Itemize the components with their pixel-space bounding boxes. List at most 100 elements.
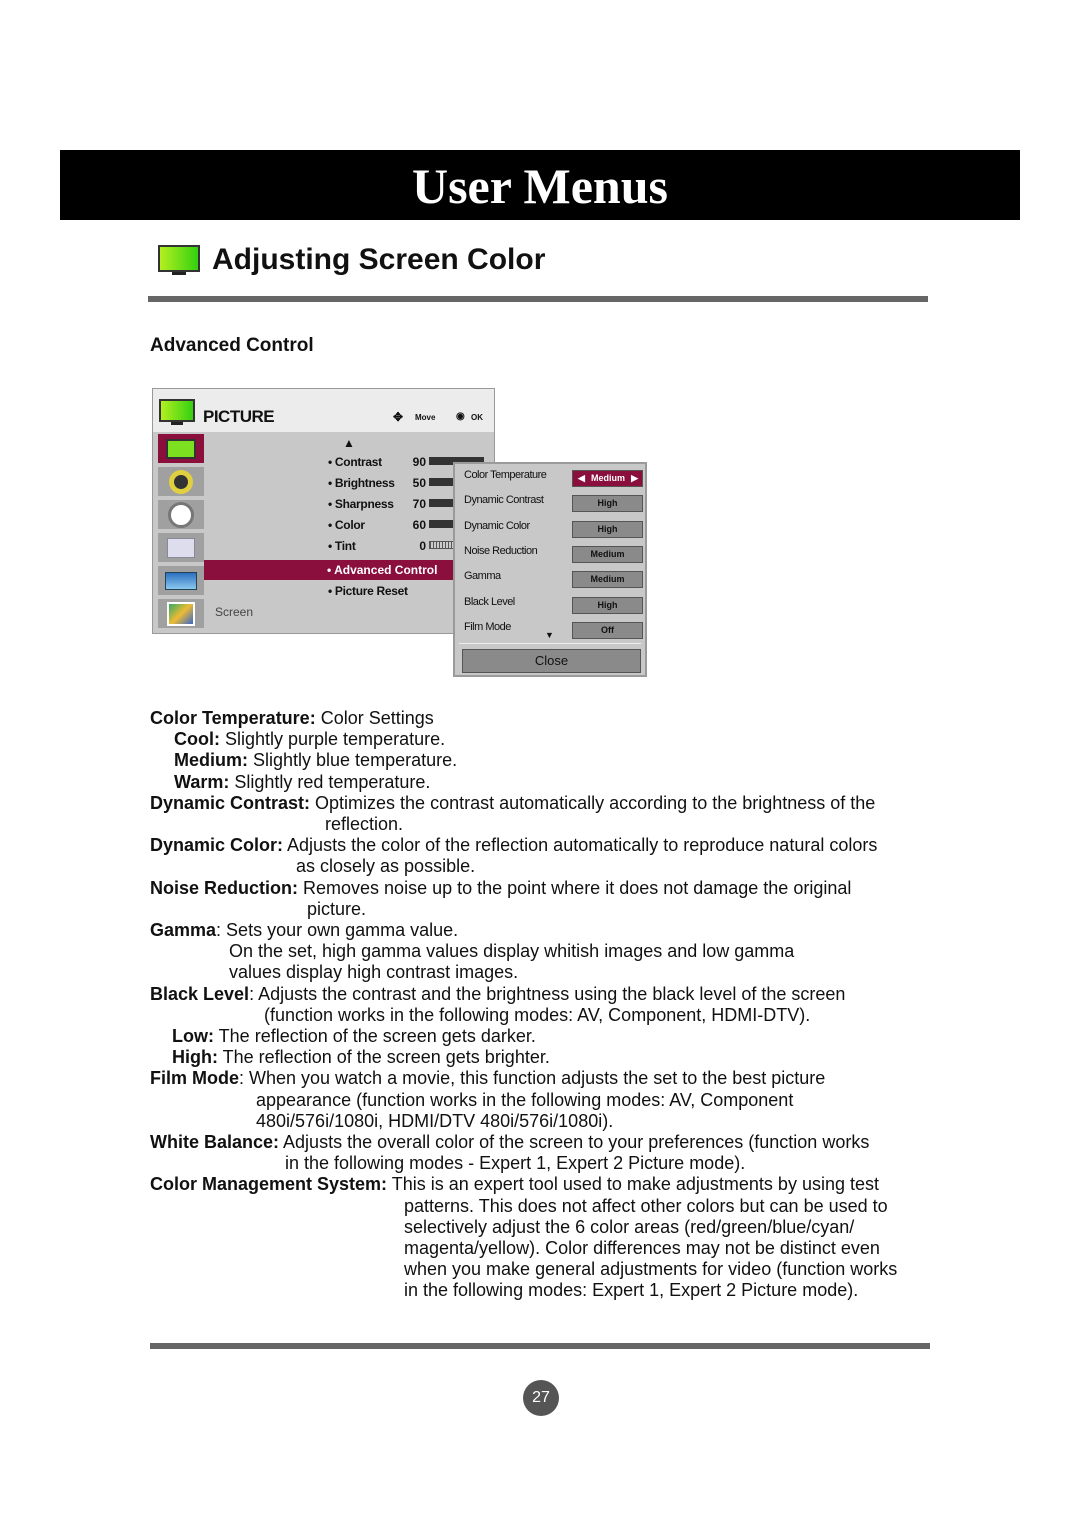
monitor-icon	[158, 245, 200, 275]
speaker-icon	[169, 469, 193, 494]
definition: 480i/576i/1080i, HDMI/DTV 480i/576i/1080…	[256, 1110, 614, 1131]
definition: in the following modes - Expert 1, Exper…	[285, 1153, 746, 1174]
popup-row-label: Dynamic Contrast	[464, 494, 544, 507]
description-line: High: The reflection of the screen gets …	[172, 1047, 550, 1068]
definition: as closely as possible.	[296, 856, 476, 877]
value-text: Medium	[590, 473, 625, 483]
popup-row-value[interactable]: High	[572, 596, 643, 614]
definition: Slightly purple temperature.	[219, 729, 446, 750]
picture-icon	[166, 438, 196, 459]
sidebar-option[interactable]	[158, 533, 204, 564]
sidebar-picture[interactable]	[158, 434, 204, 465]
term: Low:	[172, 1026, 214, 1046]
popup-row-value[interactable]: Off	[572, 621, 643, 639]
menu-header: PICTURE ✥ Move ◉ OK	[153, 389, 494, 432]
menu-item-value: 60	[412, 518, 426, 532]
popup-row-label: Gamma	[464, 570, 501, 583]
description-line: Warm: Slightly red temperature.	[174, 772, 430, 793]
term: Cool:	[174, 729, 220, 750]
popup-row-label: Color Temperature	[464, 469, 547, 481]
screen-label[interactable]: Screen	[215, 605, 253, 619]
popup-row-value[interactable]: Medium	[572, 571, 643, 589]
term: White Balance:	[150, 1132, 280, 1152]
description-line: as closely as possible.	[296, 856, 475, 877]
definition: Color Settings	[315, 708, 434, 728]
menu-item[interactable]: • Brightness	[328, 476, 395, 490]
description-line: (function works in the following modes: …	[264, 1005, 810, 1026]
definition: magenta/yellow). Color differences may n…	[404, 1238, 880, 1258]
menu-item[interactable]: • Contrast	[328, 455, 382, 469]
definition: (function works in the following modes: …	[264, 1004, 811, 1025]
description-line: appearance (function works in the follow…	[256, 1090, 793, 1111]
description-line: Dynamic Contrast: Optimizes the contrast…	[150, 793, 875, 814]
definition: Adjusts the color of the reflection auto…	[283, 835, 878, 856]
definition: : Adjusts the contrast and the brightnes…	[249, 983, 846, 1004]
description-line: Black Level: Adjusts the contrast and th…	[150, 984, 845, 1005]
description-line: Gamma: Sets your own gamma value.	[150, 920, 458, 941]
value-text: High	[597, 599, 618, 610]
media-icon	[167, 601, 195, 626]
popup-row-value[interactable]: ◀ ▶ Medium	[572, 470, 643, 487]
popup-row-value[interactable]: High	[572, 520, 643, 538]
definition: On the set, high gamma values display wh…	[229, 941, 795, 962]
description-line: values display high contrast images.	[229, 962, 518, 983]
popup-row-value[interactable]: High	[572, 495, 643, 513]
description-line: White Balance: Adjusts the overall color…	[150, 1132, 869, 1153]
definition: : When you watch a movie, this function …	[239, 1068, 826, 1089]
menu-item-value: 0	[419, 539, 426, 553]
definition: in the following modes: Expert 1, Expert…	[404, 1280, 859, 1301]
menu-item-value: 50	[412, 476, 426, 490]
popup-row-label: Black Level	[464, 595, 515, 608]
left-arrow-icon[interactable]: ◀	[578, 471, 585, 486]
chapter-banner: User Menus	[60, 150, 1020, 220]
value-text: Off	[601, 624, 614, 635]
clock-icon	[168, 501, 194, 528]
tile-icon	[165, 571, 197, 590]
description-line: 480i/576i/1080i, HDMI/DTV 480i/576i/1080…	[256, 1111, 613, 1132]
menu-item[interactable]: • Tint	[328, 539, 356, 553]
divider	[148, 296, 928, 302]
description-line: magenta/yellow). Color differences may n…	[404, 1238, 880, 1259]
section-title: Adjusting Screen Color	[212, 243, 546, 276]
definition: This is an expert tool used to make adju…	[387, 1174, 879, 1195]
term: Noise Reduction:	[150, 877, 299, 898]
description-line: when you make general adjustments for vi…	[404, 1259, 897, 1280]
ok-icon: ◉	[456, 411, 465, 422]
description-line: selectively adjust the 6 color areas (re…	[404, 1217, 854, 1238]
term: Medium:	[174, 750, 248, 771]
definition: Removes noise up to the point where it d…	[298, 877, 852, 898]
picture-icon	[159, 399, 195, 425]
term: Dynamic Contrast:	[150, 792, 311, 813]
description-line: reflection.	[325, 814, 403, 835]
close-button[interactable]: Close	[462, 649, 641, 673]
menu-item-value: 70	[412, 497, 426, 511]
popup-row-label: Noise Reduction	[464, 544, 538, 557]
term: High:	[172, 1047, 218, 1068]
scroll-down-icon[interactable]: ▼	[545, 630, 554, 640]
popup-row-label: Film Mode	[464, 620, 511, 633]
advanced-control-popup: Color Temperature ◀ ▶ Medium Dynamic Contra…	[453, 462, 647, 677]
menu-item-picture-reset[interactable]: • Picture Reset	[328, 584, 408, 598]
sidebar-tile[interactable]	[158, 566, 204, 597]
definition: reflection.	[325, 814, 404, 834]
sidebar-media[interactable]	[158, 599, 204, 630]
menu-item[interactable]: • Sharpness	[328, 497, 394, 511]
toolbox-icon	[167, 537, 195, 558]
menu-item[interactable]: • Color	[328, 518, 365, 532]
scroll-up-icon[interactable]: ▲	[343, 436, 355, 450]
picture-menu: PICTURE ✥ Move ◉ OK ▲ • Advanced Control…	[152, 388, 504, 634]
sidebar-time[interactable]	[158, 500, 204, 531]
definition: appearance (function works in the follow…	[256, 1089, 794, 1110]
description-line: Color Management System: This is an expe…	[150, 1174, 879, 1195]
move-hint: Move	[415, 413, 436, 422]
right-arrow-icon[interactable]: ▶	[631, 471, 638, 486]
definition: The reflection of the screen gets darker…	[214, 1026, 536, 1046]
sidebar-audio[interactable]	[158, 467, 204, 498]
definition: Adjusts the overall color of the screen …	[279, 1132, 870, 1152]
popup-row-value[interactable]: Medium	[572, 545, 643, 563]
divider	[150, 1343, 930, 1349]
term: Gamma	[150, 920, 217, 940]
description-line: in the following modes - Expert 1, Exper…	[285, 1153, 745, 1174]
definition: values display high contrast images.	[229, 962, 519, 983]
definition: patterns. This does not affect other col…	[404, 1195, 888, 1216]
